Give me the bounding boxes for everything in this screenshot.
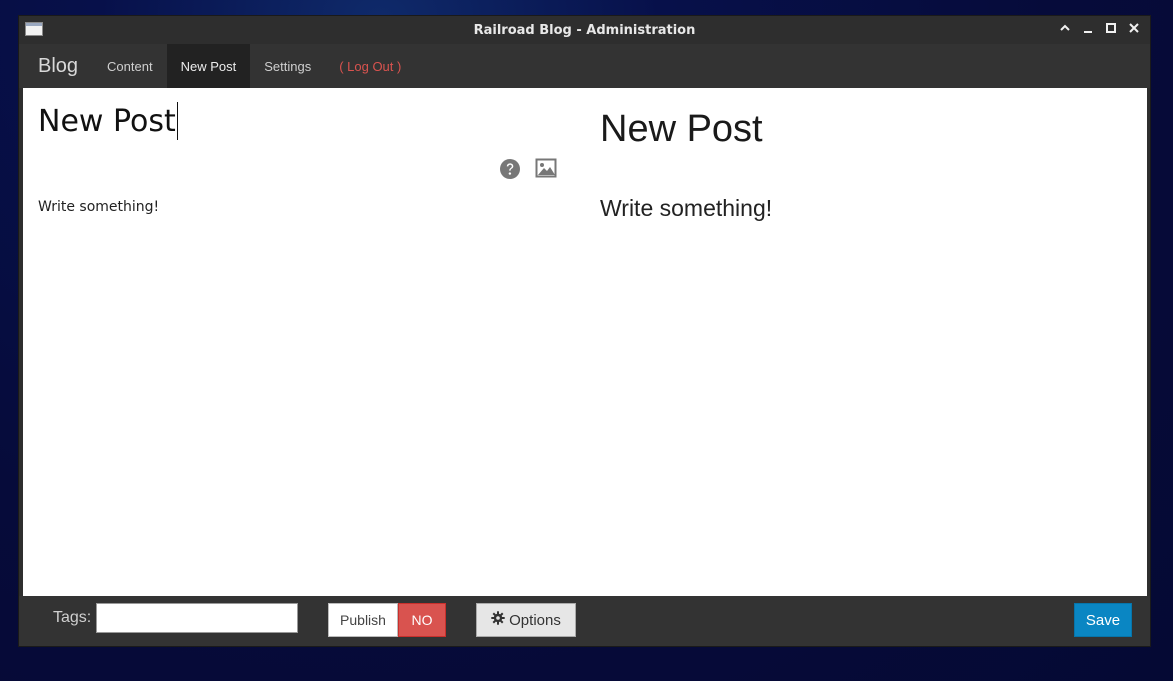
- window-minimize-icon[interactable]: [1080, 20, 1096, 38]
- post-title-text: New Post: [38, 103, 176, 139]
- tags-input[interactable]: [96, 603, 298, 633]
- nav-item-settings[interactable]: Settings: [250, 44, 325, 88]
- publish-toggle[interactable]: NO: [398, 603, 446, 637]
- app-window: Railroad Blog - Administration Blog Cont…: [18, 15, 1151, 647]
- preview-body: Write something!: [600, 195, 773, 221]
- gear-icon: [491, 611, 505, 629]
- preview-title: New Post: [600, 108, 763, 150]
- app-window-icon: [25, 22, 43, 36]
- post-body-textarea[interactable]: Write something!: [38, 199, 159, 215]
- top-navbar: Blog Content New Post Settings ( Log Out…: [19, 44, 1150, 88]
- options-button[interactable]: Options: [476, 603, 576, 637]
- window-shade-icon[interactable]: [1057, 20, 1073, 38]
- nav-item-content[interactable]: Content: [93, 44, 167, 88]
- text-caret: [176, 102, 178, 140]
- publish-toggle-group: Publish NO: [328, 603, 446, 637]
- publish-label[interactable]: Publish: [328, 603, 398, 637]
- window-close-icon[interactable]: [1126, 20, 1142, 38]
- nav-brand[interactable]: Blog: [19, 44, 93, 88]
- footer-toolbar: Tags: Publish NO Options Save: [19, 596, 1150, 646]
- nav-item-new-post[interactable]: New Post: [166, 44, 251, 88]
- help-icon[interactable]: [499, 158, 521, 184]
- window-title: Railroad Blog - Administration: [473, 22, 696, 38]
- save-button[interactable]: Save: [1074, 603, 1132, 637]
- window-maximize-icon[interactable]: [1103, 20, 1119, 38]
- tags-label: Tags:: [53, 609, 92, 626]
- nav-item-logout[interactable]: ( Log Out ): [325, 44, 415, 88]
- post-title-input[interactable]: New Post: [38, 102, 178, 140]
- editor-toolbar: [499, 158, 557, 184]
- editor-area: New Post Write something! New Post Write: [23, 88, 1147, 596]
- image-icon[interactable]: [535, 158, 557, 184]
- window-titlebar[interactable]: Railroad Blog - Administration: [19, 16, 1150, 44]
- options-label: Options: [509, 611, 561, 629]
- window-controls: [1057, 20, 1142, 38]
